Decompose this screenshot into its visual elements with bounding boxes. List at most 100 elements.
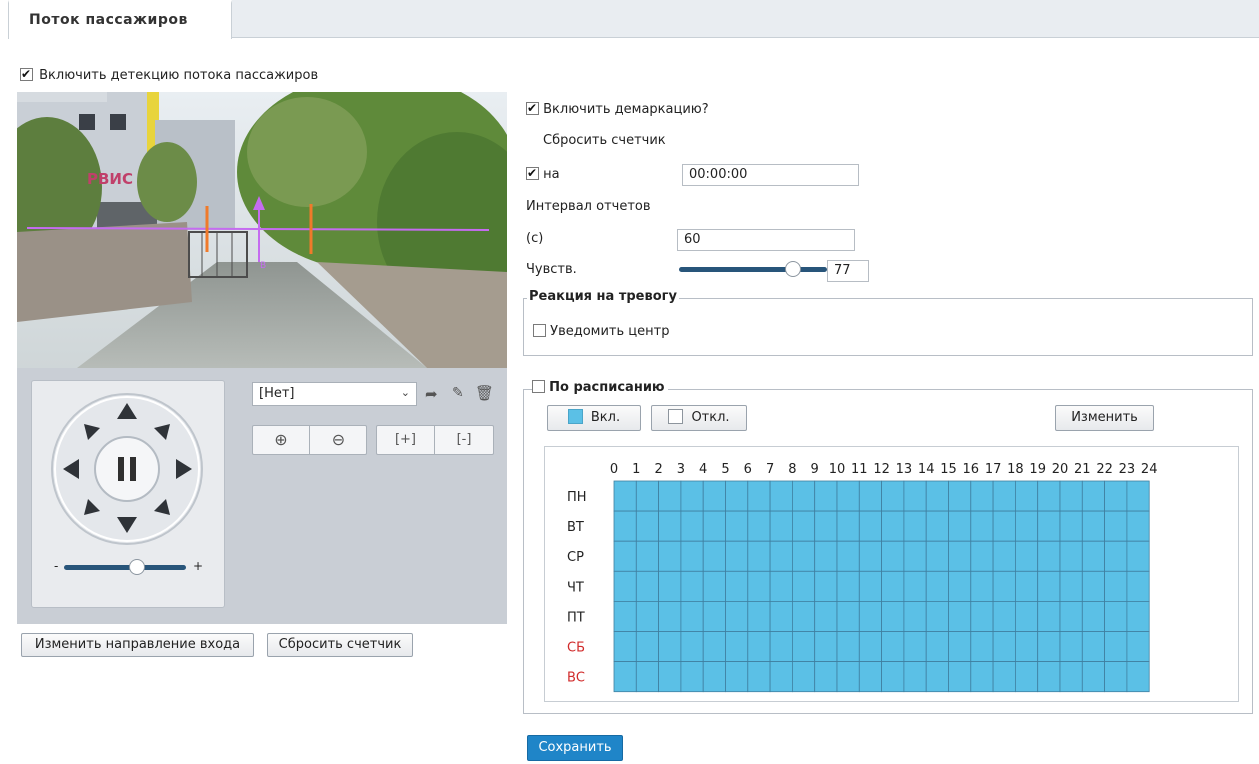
preset-select[interactable]: [Нет] ⌄ <box>252 382 417 406</box>
schedule-cell[interactable] <box>702 600 726 632</box>
schedule-cell[interactable] <box>613 540 637 572</box>
schedule-cell[interactable] <box>1081 570 1105 602</box>
schedule-cell[interactable] <box>992 661 1016 693</box>
arrow-up-right-icon[interactable] <box>154 424 170 440</box>
schedule-cell[interactable] <box>791 540 816 572</box>
zoom-out-icon[interactable]: ⊖ <box>310 426 367 454</box>
schedule-cell[interactable] <box>814 631 838 663</box>
schedule-cell[interactable] <box>725 631 749 663</box>
schedule-cell[interactable] <box>635 540 660 572</box>
enable-demarcation-checkbox[interactable] <box>526 100 539 116</box>
schedule-cell[interactable] <box>836 480 860 512</box>
schedule-cell[interactable] <box>725 600 749 632</box>
schedule-cell[interactable] <box>747 661 771 693</box>
schedule-cell[interactable] <box>1059 600 1083 632</box>
notify-center-row[interactable]: Уведомить центр <box>533 324 669 339</box>
speed-slider-track[interactable] <box>64 565 186 570</box>
schedule-cell[interactable] <box>1081 540 1105 572</box>
schedule-cell[interactable] <box>925 480 949 512</box>
schedule-cell[interactable] <box>1104 570 1128 602</box>
schedule-cell[interactable] <box>725 480 749 512</box>
schedule-cell[interactable] <box>1081 510 1105 542</box>
schedule-cell[interactable] <box>1104 540 1128 572</box>
schedule-cell[interactable] <box>1126 661 1150 693</box>
schedule-cell[interactable] <box>1037 510 1061 542</box>
reset-counter-button[interactable]: Сбросить счетчик <box>267 633 413 657</box>
focus-far-icon[interactable]: [-] <box>435 426 493 454</box>
schedule-cell[interactable] <box>881 480 905 512</box>
schedule-cell[interactable] <box>747 600 771 632</box>
reset-at-checkbox[interactable] <box>526 165 539 181</box>
schedule-cell[interactable] <box>1104 600 1128 632</box>
save-button[interactable]: Сохранить <box>527 735 623 761</box>
schedule-cell[interactable] <box>1081 480 1105 512</box>
schedule-cell[interactable] <box>747 631 771 663</box>
schedule-cell[interactable] <box>814 540 838 572</box>
schedule-cell[interactable] <box>903 540 927 572</box>
sensitivity-value-input[interactable]: 77 <box>827 260 869 282</box>
schedule-cell[interactable] <box>1037 540 1061 572</box>
schedule-cell[interactable] <box>702 631 726 663</box>
arrow-right-icon[interactable] <box>176 459 192 479</box>
schedule-cell[interactable] <box>658 480 682 512</box>
schedule-cell[interactable] <box>836 540 860 572</box>
schedule-cell[interactable] <box>791 631 816 663</box>
arrow-down-right-icon[interactable] <box>154 499 170 515</box>
schedule-cell[interactable] <box>1014 570 1039 602</box>
schedule-cell[interactable] <box>1037 631 1061 663</box>
schedule-cell[interactable] <box>702 510 726 542</box>
delete-preset-icon[interactable]: 🗑 <box>475 384 494 402</box>
schedule-cell[interactable] <box>635 600 660 632</box>
schedule-cell[interactable] <box>1126 600 1150 632</box>
schedule-cell[interactable] <box>903 600 927 632</box>
schedule-cell[interactable] <box>791 510 816 542</box>
schedule-cell[interactable] <box>903 631 927 663</box>
schedule-cell[interactable] <box>1059 661 1083 693</box>
schedule-cell[interactable] <box>680 510 704 542</box>
schedule-cell[interactable] <box>769 600 793 632</box>
goto-preset-icon[interactable]: ➦ <box>425 385 438 403</box>
schedule-cell[interactable] <box>836 600 860 632</box>
schedule-cell[interactable] <box>791 661 816 693</box>
schedule-cell[interactable] <box>791 570 816 602</box>
schedule-cell[interactable] <box>791 600 816 632</box>
schedule-cell[interactable] <box>658 631 682 663</box>
schedule-cell[interactable] <box>836 570 860 602</box>
schedule-cell[interactable] <box>948 631 972 663</box>
schedule-cell[interactable] <box>1081 661 1105 693</box>
schedule-cell[interactable] <box>680 570 704 602</box>
schedule-cell[interactable] <box>858 570 882 602</box>
schedule-cell[interactable] <box>702 540 726 572</box>
schedule-cell[interactable] <box>970 661 994 693</box>
schedule-cell[interactable] <box>725 661 749 693</box>
schedule-cell[interactable] <box>613 480 637 512</box>
schedule-edit-button[interactable]: Изменить <box>1055 405 1154 431</box>
schedule-cell[interactable] <box>747 570 771 602</box>
schedule-cell[interactable] <box>1037 661 1061 693</box>
schedule-cell[interactable] <box>970 631 994 663</box>
schedule-cell[interactable] <box>680 480 704 512</box>
schedule-cell[interactable] <box>635 631 660 663</box>
schedule-cell[interactable] <box>858 510 882 542</box>
video-preview[interactable]: РВИС B <box>17 92 507 368</box>
schedule-cell[interactable] <box>1037 600 1061 632</box>
schedule-cell[interactable] <box>1104 631 1128 663</box>
schedule-cell[interactable] <box>702 661 726 693</box>
schedule-cell[interactable] <box>1014 631 1039 663</box>
schedule-cell[interactable] <box>814 480 838 512</box>
schedule-cell[interactable] <box>658 540 682 572</box>
change-direction-button[interactable]: Изменить направление входа <box>21 633 254 657</box>
zoom-in-icon[interactable]: ⊕ <box>253 426 310 454</box>
schedule-cell[interactable] <box>948 480 972 512</box>
schedule-cell[interactable] <box>881 510 905 542</box>
schedule-cell[interactable] <box>769 540 793 572</box>
schedule-cell[interactable] <box>658 570 682 602</box>
schedule-cell[interactable] <box>1081 631 1105 663</box>
reset-at-row[interactable]: на <box>526 165 560 182</box>
schedule-cell[interactable] <box>881 600 905 632</box>
schedule-cell[interactable] <box>635 661 660 693</box>
schedule-cell[interactable] <box>725 570 749 602</box>
schedule-cell[interactable] <box>1014 480 1039 512</box>
schedule-cell[interactable] <box>613 570 637 602</box>
schedule-cell[interactable] <box>925 510 949 542</box>
